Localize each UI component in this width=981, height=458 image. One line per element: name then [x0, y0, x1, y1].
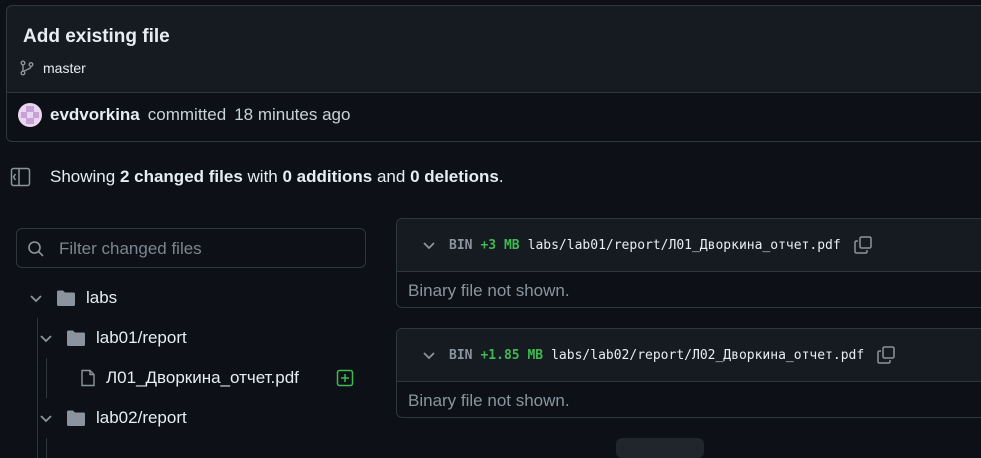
- copy-icon: [877, 346, 895, 364]
- tree-folder-label: lab02/report: [96, 408, 187, 427]
- file-size-change: +3 MB: [480, 237, 520, 253]
- file-diff-body: Binary file not shown.: [408, 281, 570, 300]
- tree-folder-labs[interactable]: labs: [28, 288, 117, 308]
- chevron-down-icon[interactable]: [421, 347, 437, 363]
- git-branch-icon: [20, 60, 34, 76]
- file-diff-body: Binary file not shown.: [408, 391, 570, 410]
- file-diff-header: BIN +1.85 MB labs/lab02/report/Л02_Дворк…: [397, 329, 981, 382]
- avatar[interactable]: [18, 103, 42, 127]
- filter-input[interactable]: [57, 237, 361, 261]
- diff-summary-text: Showing 2 changed files with 0 additions…: [50, 167, 504, 186]
- search-icon: [28, 241, 44, 257]
- file-path[interactable]: labs/lab02/report/Л02_Дворкина_отчет.pdf: [551, 348, 864, 363]
- tree-guide: [46, 358, 47, 398]
- file-diff: BIN +1.85 MB labs/lab02/report/Л02_Дворк…: [396, 328, 981, 418]
- commit-time[interactable]: 18 minutes ago: [234, 105, 350, 125]
- tree-folder-lab01-report[interactable]: lab01/report: [38, 328, 187, 348]
- copy-path-button[interactable]: [853, 235, 873, 255]
- branch-indicator[interactable]: master: [19, 60, 86, 76]
- commit-action: committed: [147, 105, 227, 124]
- file-diff-header: BIN +3 MB labs/lab01/report/Л01_Дворкина…: [397, 219, 981, 272]
- chevron-down-icon: [40, 415, 52, 423]
- chevron-down-icon: [40, 335, 52, 343]
- branch-name[interactable]: master: [43, 60, 86, 76]
- folder-icon: [67, 410, 85, 426]
- commit-author-bar: evdvorkina committed 18 minutes ago: [7, 92, 981, 141]
- folder-icon: [67, 330, 85, 346]
- copy-path-button[interactable]: [876, 345, 896, 365]
- tree-folder-lab02-report[interactable]: lab02/report: [38, 408, 187, 428]
- diff-added-icon: [336, 369, 354, 387]
- tree-file-l01[interactable]: Л01_Дворкина_отчет.pdf: [80, 368, 356, 388]
- sidebar-toggle-icon[interactable]: [10, 167, 32, 187]
- copy-icon: [853, 236, 872, 254]
- binary-badge: BIN: [449, 347, 473, 363]
- chevron-down-icon: [30, 295, 42, 303]
- file-icon: [81, 369, 95, 387]
- commit-header: Add existing file master evdvorkina comm…: [6, 5, 981, 142]
- filter-changed-files[interactable]: [16, 228, 366, 268]
- tree-guide: [46, 438, 47, 458]
- tree-folder-label: lab01/report: [96, 328, 187, 347]
- file-diff: BIN +3 MB labs/lab01/report/Л01_Дворкина…: [396, 218, 981, 308]
- commit-author[interactable]: evdvorkina: [50, 105, 140, 125]
- file-path[interactable]: labs/lab01/report/Л01_Дворкина_отчет.pdf: [528, 238, 841, 253]
- cut-off-element: [616, 438, 704, 458]
- tree-file-label: Л01_Дворкина_отчет.pdf: [106, 368, 299, 387]
- tree-folder-label: labs: [86, 288, 118, 307]
- chevron-down-icon[interactable]: [421, 237, 437, 253]
- changed-files-count: 2 changed files: [119, 167, 243, 186]
- commit-title: Add existing file: [23, 26, 170, 47]
- folder-icon: [57, 290, 75, 306]
- additions-count: 0 additions: [282, 167, 373, 186]
- binary-badge: BIN: [449, 237, 473, 253]
- file-size-change: +1.85 MB: [480, 347, 544, 363]
- diff-summary: Showing 2 changed files with 0 additions…: [10, 167, 504, 187]
- deletions-count: 0 deletions: [410, 167, 499, 186]
